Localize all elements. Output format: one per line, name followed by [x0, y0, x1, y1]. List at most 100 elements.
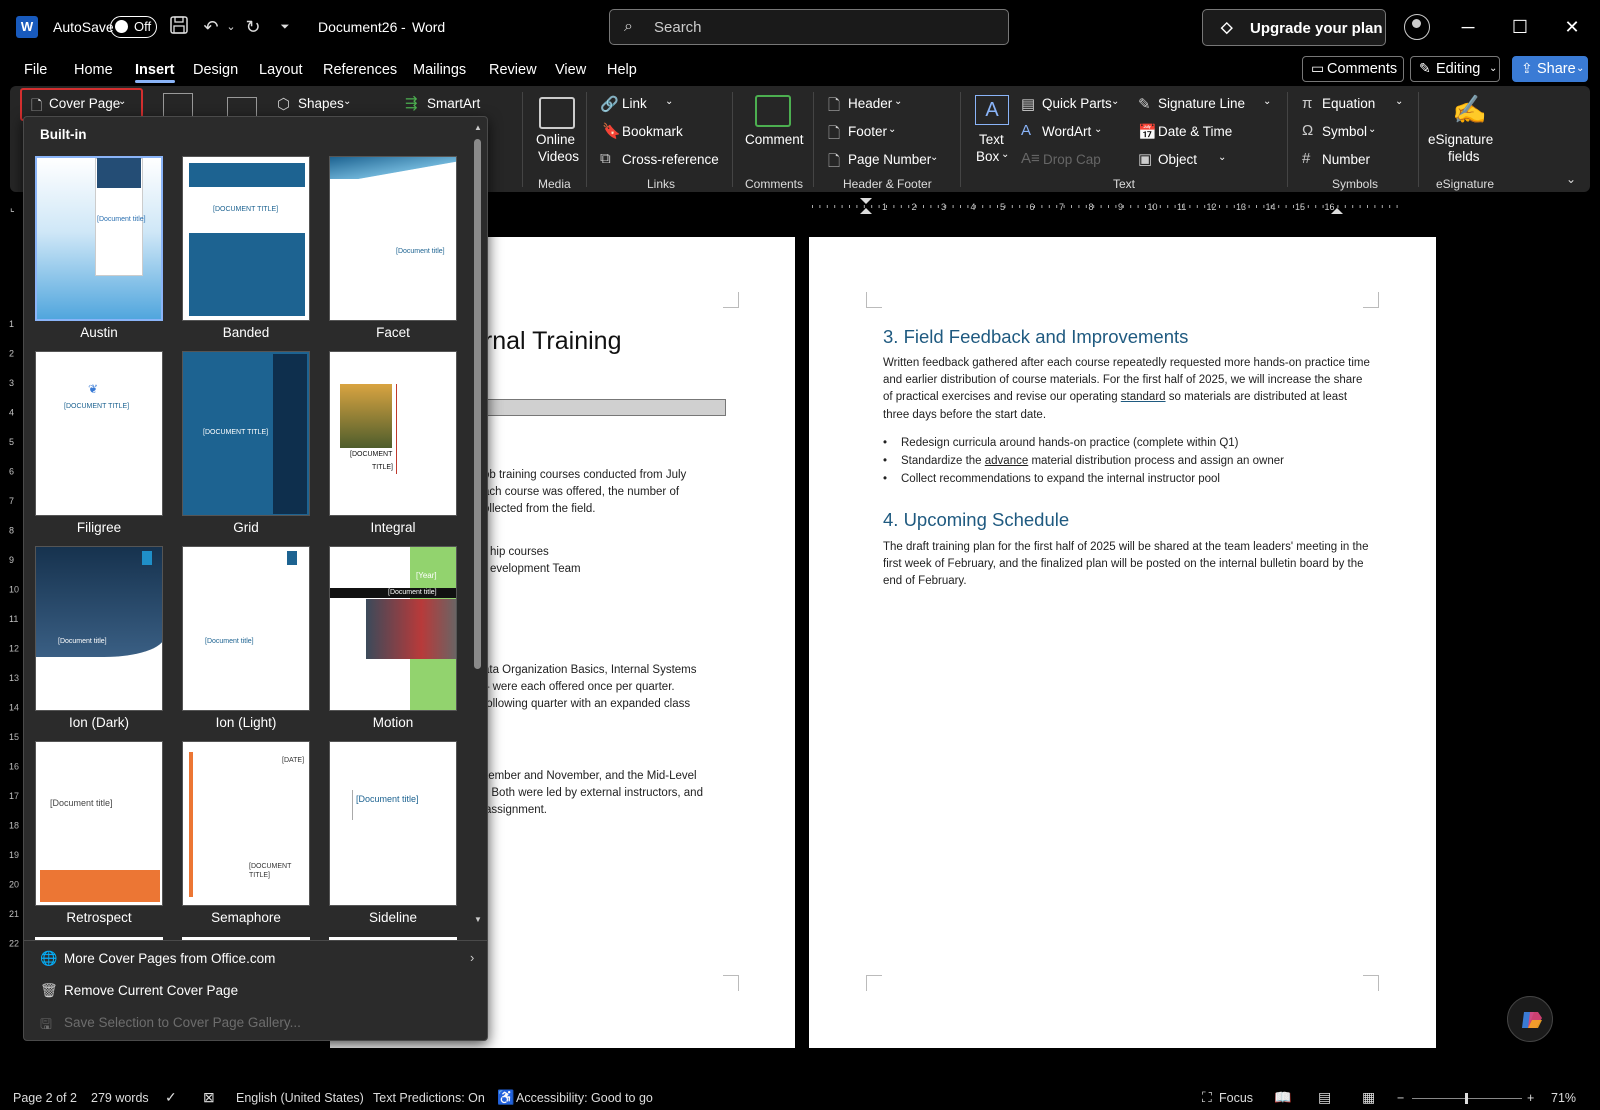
- page-2[interactable]: 3. Field Feedback and Improvements Writt…: [809, 237, 1436, 1048]
- tab-help[interactable]: Help: [607, 62, 637, 78]
- autosave-toggle[interactable]: Off: [110, 16, 157, 38]
- group-media: Media: [538, 177, 571, 191]
- page-count[interactable]: Page 2 of 2: [13, 1091, 77, 1105]
- advance-link[interactable]: advance: [985, 455, 1028, 467]
- redo-icon[interactable]: ↻: [241, 15, 265, 39]
- scroll-thumb[interactable]: [474, 139, 481, 669]
- word-count[interactable]: 279 words: [91, 1091, 149, 1105]
- horizontal-ruler[interactable]: 1 2 3 4 5 6 7 8 9 10 11 12 13 14 15 16: [790, 198, 1440, 214]
- tab-layout[interactable]: Layout: [259, 62, 303, 78]
- minimize-icon[interactable]: ─: [1453, 14, 1483, 40]
- tab-home[interactable]: Home: [74, 62, 113, 78]
- tab-file[interactable]: File: [24, 62, 47, 78]
- copilot-button[interactable]: [1507, 996, 1553, 1042]
- cover-ion-dark[interactable]: [Document title]: [35, 546, 163, 711]
- ruler-tick: [952, 205, 954, 208]
- page1-line: ob training courses conducted from July: [483, 469, 687, 481]
- tab-design[interactable]: Design: [193, 62, 238, 78]
- vertical-ruler[interactable]: 12345678910111213141516171819202122: [8, 225, 20, 985]
- zoom-level[interactable]: 71%: [1551, 1091, 1576, 1105]
- editing-button[interactable]: ✎ Editing ⌄: [1410, 56, 1500, 82]
- smartart-button[interactable]: SmartArt: [427, 96, 480, 111]
- divider: [522, 92, 523, 187]
- thumb-title-2: TITLE]: [372, 464, 394, 471]
- cross-reference-icon: ⧉: [600, 150, 611, 167]
- signature-line-button[interactable]: Signature Line: [1158, 96, 1245, 111]
- share-button[interactable]: ⇪ Share ⌄: [1512, 56, 1588, 82]
- tab-selector-icon[interactable]: ⌞: [10, 203, 15, 214]
- save-icon[interactable]: [167, 15, 191, 39]
- scroll-down-icon[interactable]: ▼: [474, 915, 482, 924]
- header-button[interactable]: Header: [848, 96, 892, 111]
- collapse-ribbon-icon[interactable]: ⌄: [1566, 172, 1576, 186]
- comment-button[interactable]: Comment: [745, 132, 804, 147]
- accessibility-status[interactable]: Accessibility: Good to go: [516, 1091, 653, 1105]
- tab-review[interactable]: Review: [489, 62, 537, 78]
- page1-line: ata Organization Basics, Internal System…: [483, 664, 697, 676]
- proofing-icon[interactable]: ✓: [165, 1089, 177, 1106]
- undo-dropdown-icon[interactable]: ⌄: [219, 15, 243, 39]
- tab-insert[interactable]: Insert: [135, 62, 175, 83]
- online-videos-label-2[interactable]: Videos: [538, 149, 579, 164]
- cover-austin[interactable]: [Document title]: [35, 156, 163, 321]
- quick-parts-button[interactable]: Quick Parts: [1042, 96, 1112, 111]
- focus-button[interactable]: Focus: [1219, 1091, 1253, 1105]
- close-icon[interactable]: ✕: [1557, 14, 1587, 40]
- shapes-button[interactable]: Shapes: [298, 96, 344, 111]
- customize-toolbar-icon[interactable]: ⏷: [273, 15, 297, 39]
- tab-references[interactable]: References: [323, 62, 397, 78]
- page-number-button[interactable]: Page Number: [848, 152, 931, 167]
- cover-integral[interactable]: [DOCUMENT TITLE]: [329, 351, 457, 516]
- zoom-slider-thumb[interactable]: [1465, 1093, 1468, 1104]
- symbol-button[interactable]: Symbol: [1322, 124, 1367, 139]
- wordart-button[interactable]: WordArt: [1042, 124, 1091, 139]
- web-layout-icon[interactable]: ▦: [1362, 1089, 1375, 1106]
- upgrade-plan-button[interactable]: ◇ Upgrade your plan: [1202, 9, 1386, 46]
- link-button[interactable]: Link: [622, 96, 647, 111]
- cover-sideline[interactable]: [Document title]: [329, 741, 457, 906]
- language-status[interactable]: English (United States): [236, 1091, 364, 1105]
- cross-reference-button[interactable]: Cross-reference: [622, 152, 719, 167]
- accessibility-icon: ♿: [497, 1089, 515, 1105]
- remove-cover-page-item[interactable]: 🗑 Remove Current Cover Page: [24, 975, 487, 1007]
- text-box-label-1[interactable]: Text: [979, 132, 1004, 147]
- object-button[interactable]: Object: [1158, 152, 1197, 167]
- text-box-label-2[interactable]: Box: [976, 149, 999, 164]
- read-mode-icon[interactable]: 📖: [1274, 1089, 1291, 1106]
- cover-facet[interactable]: [Document title]: [329, 156, 457, 321]
- cover-filigree[interactable]: ❦ [DOCUMENT TITLE]: [35, 351, 163, 516]
- tab-mailings[interactable]: Mailings: [413, 62, 466, 78]
- indent-marker[interactable]: [860, 198, 872, 214]
- esignature-label-2[interactable]: fields: [1448, 149, 1480, 164]
- macro-icon[interactable]: ⊠: [203, 1089, 215, 1106]
- bookmark-button[interactable]: Bookmark: [622, 124, 683, 139]
- cover-grid[interactable]: [DOCUMENT TITLE]: [182, 351, 310, 516]
- text-predictions-status[interactable]: Text Predictions: On: [373, 1091, 485, 1105]
- date-time-button[interactable]: Date & Time: [1158, 124, 1232, 139]
- search-box[interactable]: ⌕ Search: [609, 9, 1009, 45]
- maximize-icon[interactable]: ☐: [1505, 14, 1535, 40]
- scroll-up-icon[interactable]: ▲: [474, 123, 482, 132]
- footer-button[interactable]: Footer: [848, 124, 887, 139]
- tab-view[interactable]: View: [555, 62, 586, 78]
- zoom-out-icon[interactable]: −: [1397, 1091, 1404, 1105]
- standard-link[interactable]: standard: [1121, 391, 1166, 403]
- cover-motion[interactable]: [Year] [Document title]: [329, 546, 457, 711]
- search-placeholder: Search: [654, 19, 702, 36]
- print-layout-icon[interactable]: ▤: [1318, 1089, 1331, 1106]
- gallery-scrollbar[interactable]: ▲ ▼: [472, 123, 484, 929]
- ruler-tick: [1085, 205, 1087, 208]
- zoom-in-icon[interactable]: +: [1527, 1091, 1534, 1105]
- cover-semaphore[interactable]: [DATE] [DOCUMENT TITLE]: [182, 741, 310, 906]
- cover-retrospect[interactable]: [Document title]: [35, 741, 163, 906]
- number-button[interactable]: Number: [1322, 152, 1370, 167]
- cover-banded[interactable]: [DOCUMENT TITLE]: [182, 156, 310, 321]
- equation-button[interactable]: Equation: [1322, 96, 1375, 111]
- esignature-label-1[interactable]: eSignature: [1428, 132, 1493, 147]
- online-videos-label-1[interactable]: Online: [536, 132, 575, 147]
- thumb-title: [Document title]: [356, 794, 419, 804]
- cover-ion-light[interactable]: [Document title]: [182, 546, 310, 711]
- more-cover-pages-item[interactable]: 🌐 More Cover Pages from Office.com ›: [24, 943, 487, 975]
- avatar[interactable]: [1404, 14, 1430, 40]
- comments-button[interactable]: ▭ Comments: [1302, 56, 1404, 82]
